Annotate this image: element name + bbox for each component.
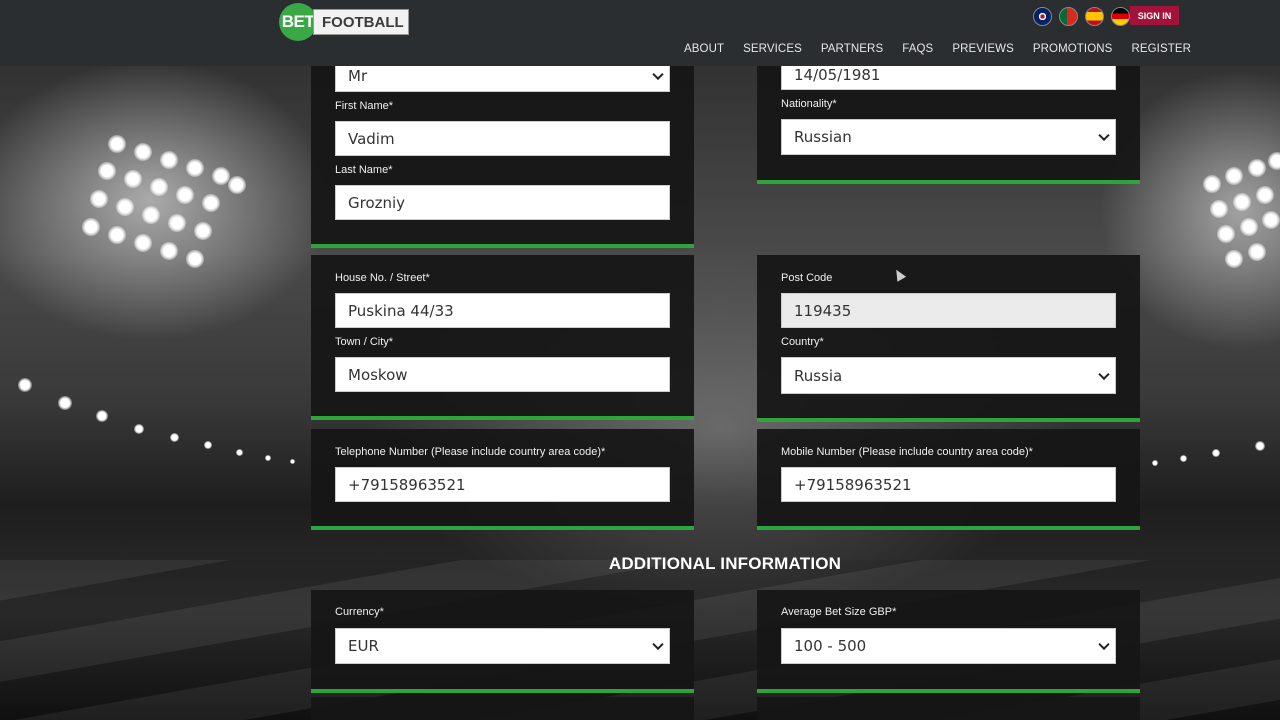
dob-nationality-panel: 14/05/1981 Nationality* Russian: [757, 60, 1140, 184]
first-name-label: First Name*: [335, 100, 394, 112]
city-field[interactable]: Moskow: [335, 357, 670, 392]
next-panel-left: [311, 697, 694, 720]
main-nav: ABOUT SERVICES PARTNERS FAQS PREVIEWS PR…: [684, 43, 1191, 55]
spain-flag-icon[interactable]: [1085, 7, 1104, 26]
logo-football-text: FOOTBALL: [313, 9, 409, 35]
bet-size-label: Average Bet Size GBP*: [781, 606, 897, 618]
sign-in-button[interactable]: SIGN IN: [1130, 6, 1179, 25]
nationality-label: Nationality*: [781, 98, 837, 110]
nav-services[interactable]: SERVICES: [743, 43, 802, 55]
postcode-label: Post Code: [781, 272, 833, 284]
street-field[interactable]: Puskina 44/33: [335, 293, 670, 328]
country-select-value: Russia: [794, 366, 843, 385]
telephone-field[interactable]: +79158963521: [335, 467, 670, 502]
next-panel-right: [757, 697, 1140, 720]
chevron-down-icon: [652, 68, 664, 81]
country-select[interactable]: Russia: [781, 357, 1116, 394]
currency-panel: Currency* EUR: [311, 590, 694, 693]
currency-label: Currency*: [335, 606, 384, 618]
site-header: BET FOOTBALL SIGN IN ABOUT SERVICES PART…: [0, 0, 1280, 66]
telephone-panel: Telephone Number (Please include country…: [311, 429, 694, 530]
germany-flag-icon[interactable]: [1111, 7, 1130, 26]
personal-details-panel: Mr First Name* Vadim Last Name* Grozniy: [311, 60, 694, 248]
country-label: Country*: [781, 336, 824, 348]
last-name-field[interactable]: Grozniy: [335, 185, 670, 220]
bet-size-select[interactable]: 100 - 500: [781, 628, 1116, 664]
chevron-down-icon: [1098, 129, 1110, 142]
chevron-down-icon: [652, 638, 664, 651]
address-panel: House No. / Street* Puskina 44/33 Town /…: [311, 255, 694, 420]
bet-size-panel: Average Bet Size GBP* 100 - 500: [757, 590, 1140, 693]
first-name-field[interactable]: Vadim: [335, 121, 670, 156]
mobile-label: Mobile Number (Please include country ar…: [781, 446, 1033, 458]
telephone-label: Telephone Number (Please include country…: [335, 446, 606, 458]
nav-previews[interactable]: PREVIEWS: [952, 43, 1014, 55]
postcode-field[interactable]: 119435: [781, 293, 1116, 328]
language-selector: [1033, 7, 1130, 26]
bet-size-select-value: 100 - 500: [794, 637, 867, 655]
city-label: Town / City*: [335, 336, 394, 348]
chevron-down-icon: [1098, 368, 1110, 380]
portugal-flag-icon[interactable]: [1059, 7, 1078, 26]
nationality-select-value: Russian: [794, 128, 852, 146]
additional-information-heading: ADDITIONAL INFORMATION: [608, 554, 842, 573]
currency-select-value: EUR: [348, 637, 379, 655]
bet-football-logo[interactable]: BET FOOTBALL: [279, 2, 409, 42]
last-name-label: Last Name*: [335, 164, 393, 176]
street-label: House No. / Street*: [335, 272, 430, 284]
nationality-select[interactable]: Russian: [781, 119, 1116, 155]
nav-partners[interactable]: PARTNERS: [821, 43, 883, 55]
title-select-value: Mr: [348, 67, 368, 85]
logo-bet-mark: BET: [279, 3, 317, 41]
currency-select[interactable]: EUR: [335, 628, 670, 664]
nav-faqs[interactable]: FAQS: [902, 43, 933, 55]
nav-register[interactable]: REGISTER: [1131, 43, 1191, 55]
mobile-field[interactable]: +79158963521: [781, 467, 1116, 502]
chevron-down-icon: [1098, 638, 1110, 651]
nav-promotions[interactable]: PROMOTIONS: [1033, 43, 1113, 55]
uk-flag-icon[interactable]: [1033, 7, 1052, 26]
mobile-panel: Mobile Number (Please include country ar…: [757, 429, 1140, 530]
nav-about[interactable]: ABOUT: [684, 43, 724, 55]
postcode-country-panel: Post Code 119435 Country* Russia: [757, 255, 1140, 422]
